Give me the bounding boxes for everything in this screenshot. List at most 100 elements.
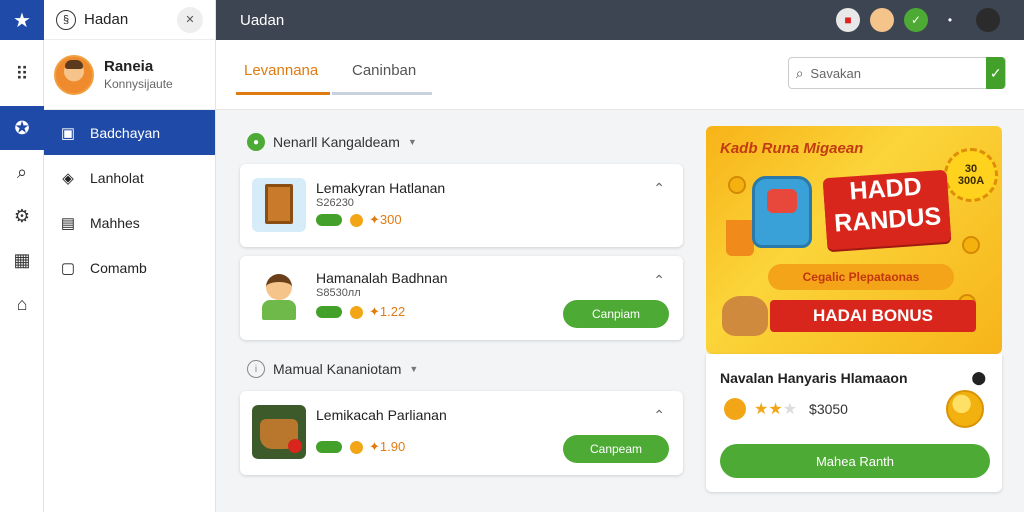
- info-icon: i: [247, 360, 265, 378]
- coin-icon: [946, 390, 984, 428]
- coin-icon: [724, 398, 746, 420]
- status-badge: [316, 214, 342, 226]
- search-box[interactable]: ⌕ ✓: [788, 57, 1006, 89]
- sidebar-item-label: Badchayan: [90, 124, 161, 141]
- window-title: Hadan: [84, 11, 129, 28]
- bonus-button[interactable]: HADAI BONUS: [770, 300, 976, 332]
- list-item[interactable]: Hamanalah Badhnan Ѕ8530лл ✦1.22 ⌃ Canpia…: [240, 256, 683, 340]
- section-title-text: Mamual Kananiotam: [273, 361, 402, 377]
- backpack-illustration: [752, 176, 812, 248]
- section-title[interactable]: i Mamual Kananiotam ▼: [247, 360, 418, 378]
- status-badge: [316, 306, 342, 318]
- star-icon: ★: [754, 401, 769, 418]
- coin-icon: [350, 440, 363, 454]
- item-subtitle: Ѕ8530лл: [316, 287, 361, 299]
- close-icon[interactable]: ✕: [177, 6, 203, 33]
- reward-title: Navalan Hanyaris Hlamaaon: [720, 370, 908, 386]
- tab-caninban[interactable]: Caninban: [352, 62, 416, 79]
- location-pin-icon[interactable]: ⬤: [971, 370, 986, 386]
- list-item[interactable]: Lemikacah Parlianan ✦1.90 ⌃ Canpeam: [240, 391, 683, 475]
- search-submit-button[interactable]: ✓: [986, 57, 1005, 89]
- sidebar: § Hadan ✕ Raneia Konnysijaute ▣ Badchaya…: [44, 0, 216, 512]
- item-thumbnail: [252, 178, 306, 232]
- star-icon: ★: [768, 401, 783, 418]
- calendar-icon[interactable]: ▦: [0, 238, 44, 282]
- icon-rail: ★ ⠿ ✪ ⌕ ⚙ ▦ ⌂: [0, 0, 44, 512]
- info-icon[interactable]: •: [938, 8, 962, 32]
- promo-badge-sub: 300A: [957, 175, 985, 187]
- cookie-illustration: [722, 296, 768, 336]
- item-price: ✦1.22: [369, 304, 406, 319]
- grid-icon[interactable]: ⠿: [0, 52, 44, 96]
- item-thumbnail: [252, 270, 306, 324]
- document-icon: ▢: [60, 259, 76, 277]
- avatar: [54, 54, 94, 95]
- item-name: Lemakyran Hatlanan: [316, 180, 446, 196]
- chevron-down-icon: ▼: [409, 364, 419, 374]
- promo-title: Kadb Runa Migaean: [720, 140, 864, 157]
- chevron-up-icon[interactable]: ⌃: [653, 407, 665, 424]
- promo-headline: HADD RANDUS: [822, 169, 952, 251]
- tab-indicator: [236, 92, 330, 95]
- topbar-title: Uadan: [240, 11, 285, 29]
- item-meta: ✦300: [316, 212, 402, 228]
- sidebar-item-lanholat[interactable]: ◈ Lanholat: [44, 155, 215, 200]
- item-meta: ✦1.90: [316, 439, 405, 455]
- coin-icon: [962, 236, 980, 254]
- star-icon[interactable]: ★: [0, 0, 44, 40]
- promo-badge-value: 30: [964, 162, 978, 175]
- chevron-up-icon[interactable]: ⌃: [653, 180, 665, 197]
- reward-card: Navalan Hanyaris Hlamaaon ⬤ ★ ★ ★ $3050 …: [706, 354, 1002, 492]
- star-empty-icon: ★: [782, 401, 798, 418]
- tab-levannana[interactable]: Levannana: [244, 62, 318, 79]
- promo-ribbon: Cegalic Plepataonas: [768, 264, 954, 290]
- reward-price: $3050: [809, 401, 848, 417]
- status-icon: §: [56, 9, 76, 30]
- promo-badge: 30 300A: [944, 148, 998, 202]
- check-icon[interactable]: ✓: [904, 8, 928, 32]
- tag-icon: ◈: [62, 169, 74, 187]
- notification-icon[interactable]: ■: [836, 8, 860, 32]
- item-subtitle: Ѕ26230: [316, 197, 354, 209]
- topbar: Uadan ■ ✓ •: [216, 0, 1024, 40]
- tab-track: [332, 92, 432, 95]
- app-root: ★ ⠿ ✪ ⌕ ⚙ ▦ ⌂ § Hadan ✕ Raneia Konnysija…: [0, 0, 1024, 512]
- list-item[interactable]: Lemakyran Hatlanan Ѕ26230 ✦300 ⌃: [240, 164, 683, 247]
- home-icon[interactable]: ⌂: [0, 282, 44, 326]
- profile[interactable]: Raneia Konnysijaute: [44, 40, 215, 110]
- chevron-down-icon: ▼: [407, 137, 417, 147]
- star-badge-icon: ▣: [60, 124, 76, 142]
- reward-action-button[interactable]: Mahea Ranth: [720, 444, 990, 478]
- star-badge-icon[interactable]: ✪: [0, 106, 44, 150]
- claim-button[interactable]: Canpeam: [563, 435, 669, 463]
- section-title-text: Nenarll Kangaldeam: [273, 134, 400, 150]
- avatar[interactable]: [870, 8, 894, 32]
- profile-name: Raneia: [104, 58, 154, 75]
- section-title[interactable]: ● Nenarll Kangaldeam ▼: [247, 133, 417, 151]
- item-thumbnail: [252, 405, 306, 459]
- coin-icon: [350, 305, 363, 319]
- item-price: ✦300: [369, 212, 402, 227]
- status-badge: [316, 441, 342, 453]
- sidebar-item-label: Comamb: [90, 259, 147, 276]
- settings-icon[interactable]: ⚙: [0, 194, 44, 238]
- search-input[interactable]: [810, 65, 987, 81]
- sidebar-header: § Hadan ✕: [44, 0, 215, 40]
- search-icon[interactable]: ⌕: [0, 150, 44, 194]
- sidebar-item-label: Lanholat: [90, 169, 144, 186]
- cup-illustration: [726, 220, 754, 256]
- subheader: Levannana Caninban ⌕ ✓: [216, 40, 1024, 110]
- sidebar-item-label: Mahhes: [90, 214, 140, 231]
- profile-subtitle: Konnysijaute: [104, 77, 173, 91]
- sidebar-item-mahhes[interactable]: ▤ Mahhes: [44, 200, 215, 245]
- sidebar-item-badchayan[interactable]: ▣ Badchayan: [44, 110, 215, 155]
- clipboard-icon: ▤: [60, 214, 76, 232]
- claim-button[interactable]: Canpiam: [563, 300, 669, 328]
- chevron-up-icon[interactable]: ⌃: [653, 272, 665, 289]
- reward-rating: ★ ★ ★ $3050: [724, 398, 848, 420]
- section-icon: ●: [247, 133, 265, 151]
- user-avatar[interactable]: [976, 8, 1000, 32]
- sidebar-item-comamb[interactable]: ▢ Comamb: [44, 245, 215, 290]
- item-name: Hamanalah Badhnan: [316, 270, 448, 286]
- coin-icon: [728, 176, 746, 194]
